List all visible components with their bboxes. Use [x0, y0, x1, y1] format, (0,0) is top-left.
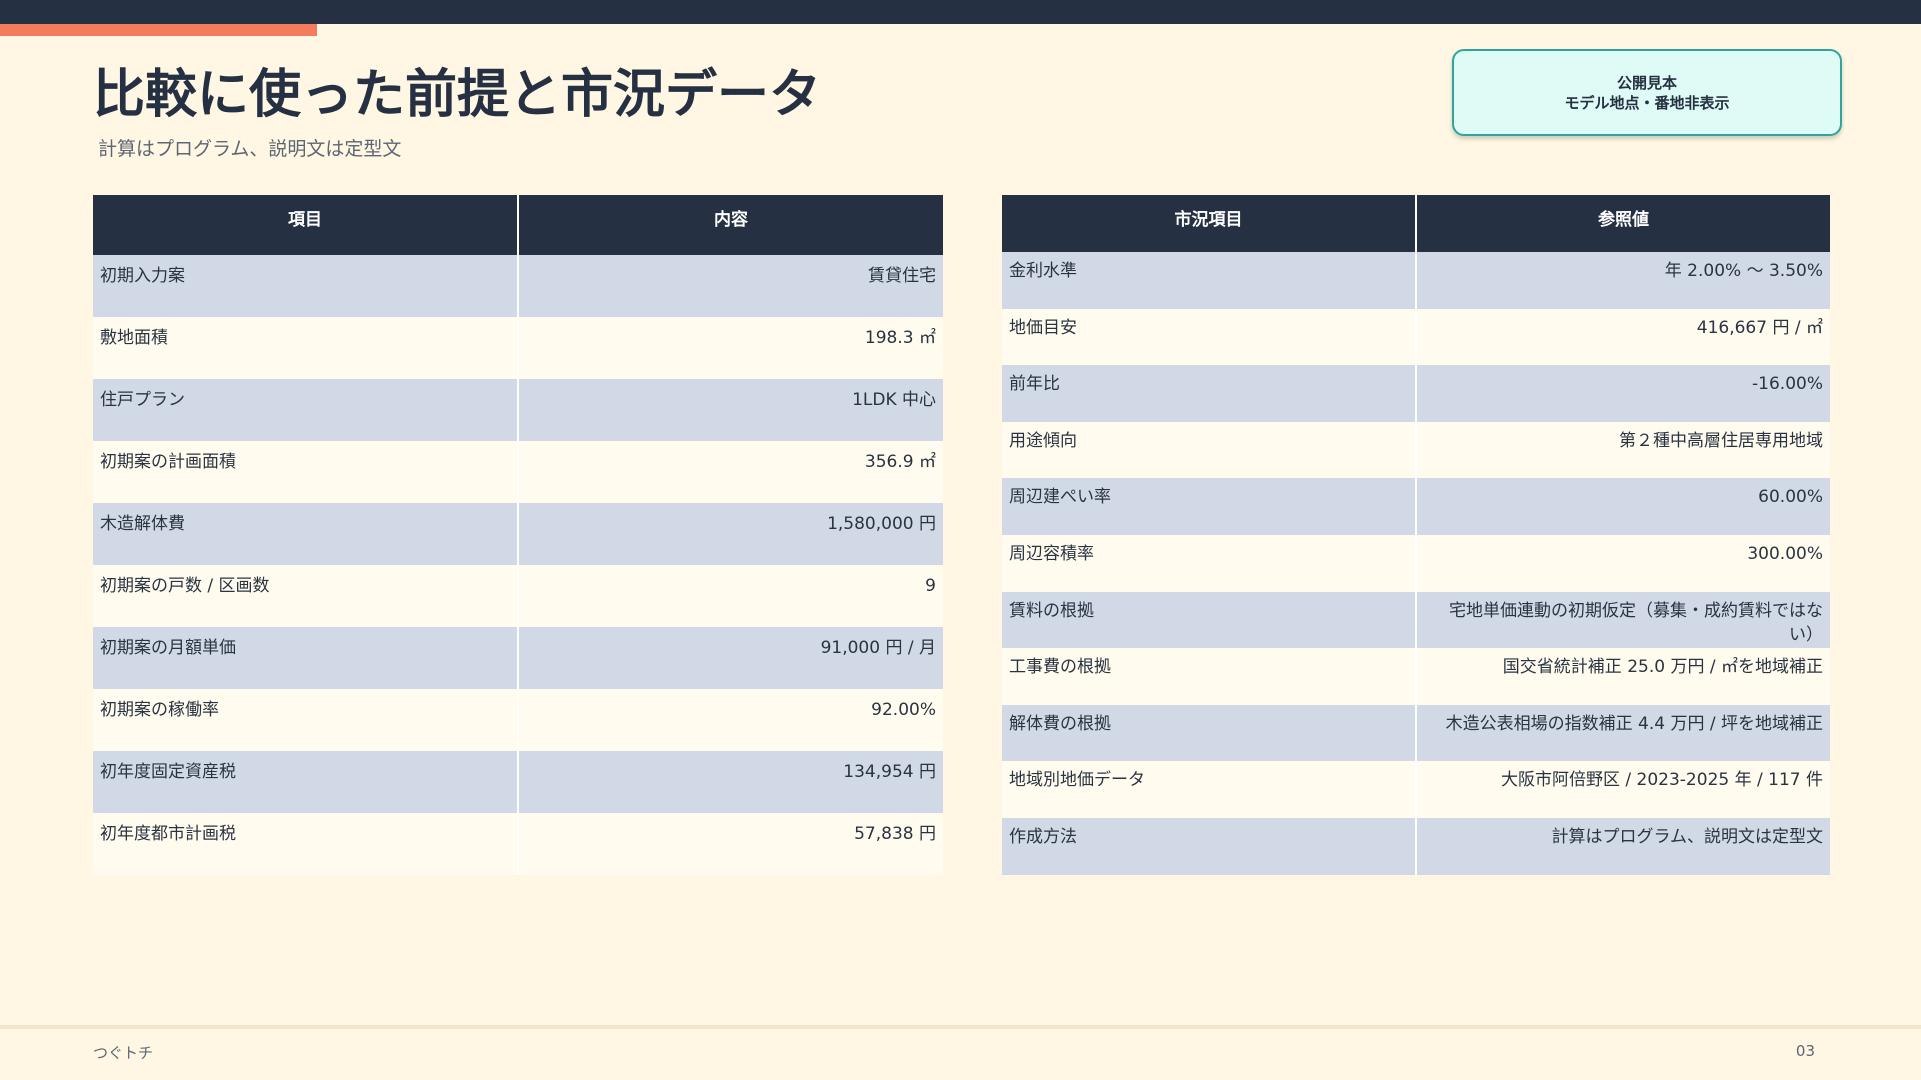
row-value-text: 300.00%	[1747, 543, 1823, 564]
column-header-item: 項目	[93, 195, 519, 255]
premise-table: 項目 内容 初期入力案 賃貸住宅 敷地面積 198.3 ㎡ 住戸プラン 1LDK 中心…	[93, 195, 943, 875]
table-row: 賃料の根拠 宅地単価連動の初期仮定（募集・成約賃料ではない）	[1002, 591, 1830, 649]
footer-divider	[0, 1025, 1921, 1029]
row-label: 敷地面積	[93, 317, 519, 379]
row-value-text: 木造公表相場の指数補正 4.4 万円 / 坪を地域補正	[1445, 713, 1823, 734]
row-value-text: 国交省統計補正 25.0 万円 / ㎡を地域補正	[1502, 657, 1823, 678]
table-row: 敷地面積 198.3 ㎡	[93, 317, 943, 379]
row-label: 初年度固定資産税	[93, 751, 519, 813]
row-value: 416,667 円 / ㎡	[1416, 308, 1830, 366]
column-header-reference-value: 参照値	[1416, 195, 1830, 252]
page-subtitle: 計算はプログラム、説明文は定型文	[98, 138, 402, 160]
row-value-text: 416,667 円 / ㎡	[1696, 317, 1823, 338]
table-row: 地域別地価データ 大阪市阿倍野区 / 2023-2025 年 / 117 件	[1002, 761, 1830, 818]
badge-line-2: モデル地点・番地非表示	[1564, 93, 1730, 112]
page-title: 比較に使った前提と市況データ	[93, 65, 822, 125]
row-label: 地域別地価データ	[1002, 761, 1417, 818]
table-row: 住戸プラン 1LDK 中心	[93, 379, 943, 441]
row-value: -16.00%	[1416, 365, 1830, 422]
row-value: 1,580,000 円	[518, 503, 943, 565]
row-value: 92.00%	[518, 689, 943, 751]
row-label: 地価目安	[1002, 308, 1417, 366]
footer-brand: つぐトチ	[93, 1044, 154, 1062]
row-label: 初期案の月額単価	[93, 627, 519, 689]
row-value: 356.9 ㎡	[518, 441, 943, 503]
row-label: 木造解体費	[93, 503, 519, 565]
table-row: 前年比 -16.00%	[1002, 365, 1830, 422]
row-label: 初期入力案	[93, 255, 519, 317]
badge-line-1: 公開見本	[1616, 73, 1677, 92]
row-label: 前年比	[1002, 365, 1417, 422]
row-value-text: 大阪市阿倍野区 / 2023-2025 年 / 117 件	[1501, 770, 1823, 791]
table-row: 地価目安 416,667 円 / ㎡	[1002, 308, 1830, 366]
row-label: 周辺建ぺい率	[1002, 478, 1417, 535]
row-value: 賃貸住宅	[518, 255, 943, 317]
row-value: 134,954 円	[518, 751, 943, 813]
row-label: 初期案の計画面積	[93, 441, 519, 503]
table-header-row: 項目 内容	[93, 195, 943, 255]
top-accent-bar	[0, 24, 317, 36]
table-row: 木造解体費 1,580,000 円	[93, 503, 943, 565]
row-label: 初年度都市計画税	[93, 813, 519, 875]
table-row: 初期案の戸数 / 区画数 9	[93, 565, 943, 627]
table-row: 初期案の月額単価 91,000 円 / 月	[93, 627, 943, 689]
market-data-table: 市況項目 参照値 金利水準 年 2.00% 〜 3.50% 地価目安 416,667…	[1002, 195, 1830, 875]
table-row: 周辺容積率 300.00%	[1002, 534, 1830, 592]
table-row: 工事費の根拠 国交省統計補正 25.0 万円 / ㎡を地域補正	[1002, 648, 1830, 705]
top-bar	[0, 0, 1921, 24]
table-row: 作成方法 計算はプログラム、説明文は定型文	[1002, 817, 1830, 875]
table-row: 金利水準 年 2.00% 〜 3.50%	[1002, 252, 1830, 309]
row-label: 解体費の根拠	[1002, 704, 1417, 762]
row-value: 198.3 ㎡	[518, 317, 943, 379]
row-value: 91,000 円 / 月	[518, 627, 943, 689]
row-value: 木造公表相場の指数補正 4.4 万円 / 坪を地域補正	[1416, 704, 1830, 762]
row-label: 工事費の根拠	[1002, 648, 1417, 705]
page-number: 03	[1795, 1042, 1815, 1060]
row-label: 住戸プラン	[93, 379, 519, 441]
row-label: 金利水準	[1002, 252, 1417, 309]
row-value: 大阪市阿倍野区 / 2023-2025 年 / 117 件	[1416, 761, 1830, 818]
table-row: 初期案の稼働率 92.00%	[93, 689, 943, 751]
table-row: 周辺建ぺい率 60.00%	[1002, 478, 1830, 535]
row-label: 賃料の根拠	[1002, 591, 1417, 649]
table-header-row: 市況項目 参照値	[1002, 195, 1830, 252]
row-value-text: 計算はプログラム、説明文は定型文	[1551, 826, 1824, 847]
row-value: 計算はプログラム、説明文は定型文	[1416, 817, 1830, 875]
row-value-text: 第２種中高層住居専用地域	[1619, 430, 1823, 451]
row-value-text: 宅地単価連動の初期仮定（募集・成約賃料ではない）	[1449, 600, 1823, 645]
table-row: 用途傾向 第２種中高層住居専用地域	[1002, 421, 1830, 479]
row-value: 57,838 円	[518, 813, 943, 875]
table-row: 初期入力案 賃貸住宅	[93, 255, 943, 317]
row-label: 周辺容積率	[1002, 534, 1417, 592]
public-sample-badge: 公開見本 モデル地点・番地非表示	[1452, 49, 1842, 136]
row-value: 9	[518, 565, 943, 627]
row-label: 作成方法	[1002, 817, 1417, 875]
table-row: 初年度固定資産税 134,954 円	[93, 751, 943, 813]
row-value-text: 60.00%	[1758, 487, 1823, 508]
row-value: 60.00%	[1416, 478, 1830, 535]
row-label: 初期案の稼働率	[93, 689, 519, 751]
row-value: 宅地単価連動の初期仮定（募集・成約賃料ではない）	[1416, 591, 1830, 649]
table-row: 初期案の計画面積 356.9 ㎡	[93, 441, 943, 503]
row-value: 300.00%	[1416, 534, 1830, 592]
row-value: 第２種中高層住居専用地域	[1416, 421, 1830, 479]
row-label: 初期案の戸数 / 区画数	[93, 565, 519, 627]
row-value-text: 年 2.00% 〜 3.50%	[1664, 261, 1823, 281]
row-label: 用途傾向	[1002, 421, 1417, 479]
column-header-content: 内容	[518, 195, 943, 255]
row-value: 年 2.00% 〜 3.50%	[1416, 252, 1830, 309]
column-header-market-item: 市況項目	[1002, 195, 1417, 252]
row-value-text: -16.00%	[1752, 374, 1823, 395]
row-value: 国交省統計補正 25.0 万円 / ㎡を地域補正	[1416, 648, 1830, 705]
row-value: 1LDK 中心	[518, 379, 943, 441]
table-row: 初年度都市計画税 57,838 円	[93, 813, 943, 875]
table-row: 解体費の根拠 木造公表相場の指数補正 4.4 万円 / 坪を地域補正	[1002, 704, 1830, 762]
